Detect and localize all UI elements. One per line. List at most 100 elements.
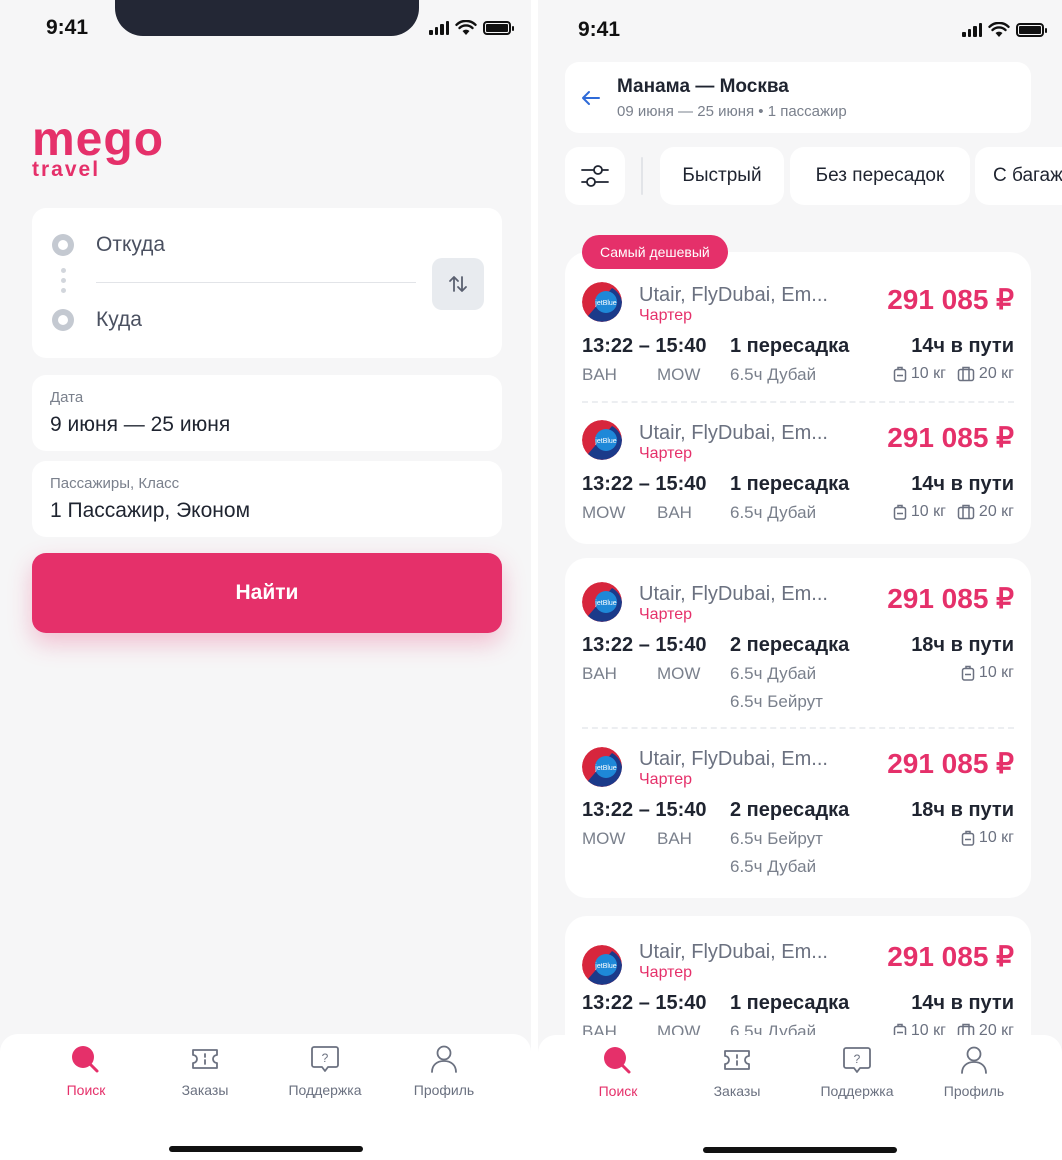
segment-separator	[582, 401, 1014, 403]
layover: 6.5ч Дубай	[730, 365, 817, 384]
svg-text:?: ?	[854, 1052, 861, 1066]
stops-count: 2 пересадка	[730, 634, 850, 656]
find-button[interactable]: Найти	[32, 553, 502, 633]
tab-search[interactable]: Поиск	[31, 1044, 141, 1098]
tab-orders[interactable]: Заказы	[150, 1044, 260, 1098]
tab-bar: Поиск Заказы ? Поддержка Профиль	[0, 1034, 531, 1160]
tab-orders[interactable]: Заказы	[682, 1045, 792, 1099]
filter-settings-button[interactable]	[565, 147, 625, 205]
tab-support[interactable]: ? Поддержка	[802, 1045, 912, 1099]
passengers-caption: Пассажиры, Класс	[50, 475, 180, 492]
date-field[interactable]: Дата 9 июня — 25 июня	[32, 375, 502, 451]
route-title: Манама — Москва	[617, 76, 789, 97]
tab-label: Поиск	[66, 1082, 106, 1098]
luggage-icon	[893, 366, 907, 382]
airline-names: Utair, FlyDubai, Em...	[639, 583, 828, 605]
tab-search[interactable]: Поиск	[563, 1045, 673, 1099]
tab-label: Профиль	[943, 1083, 1005, 1099]
logo-primary: mego	[32, 113, 165, 166]
screen-divider	[531, 0, 538, 1160]
status-icons	[962, 22, 1047, 38]
flight-times: 13:22 – 15:40	[582, 992, 707, 1014]
tab-label: Поиск	[598, 1083, 638, 1099]
wifi-icon	[988, 22, 1010, 37]
airline-names: Utair, FlyDubai, Em...	[639, 422, 828, 444]
origin-code: BAH	[582, 664, 617, 683]
svg-text:jetBlue: jetBlue	[594, 438, 617, 445]
baggage-weight: 10 кг	[978, 829, 1014, 846]
flight-duration: 14ч в пути	[911, 335, 1014, 357]
swap-arrows-icon	[449, 276, 467, 292]
swap-button[interactable]	[432, 258, 484, 310]
result-card[interactable]: jetBlue Utair, FlyDubai, Em... Чартер 29…	[565, 558, 1031, 898]
tab-profile[interactable]: Профиль	[919, 1045, 1029, 1099]
carryon-weight: 20 кг	[978, 503, 1014, 520]
baggage-weight: 10 кг	[910, 503, 946, 520]
search-summary-header[interactable]: Манама — Москва 09 июня — 25 июня • 1 па…	[565, 62, 1031, 133]
to-field[interactable]: Куда	[96, 308, 142, 332]
svg-text:jetBlue: jetBlue	[594, 600, 617, 607]
flight-duration: 18ч в пути	[911, 799, 1014, 821]
filter-baggage[interactable]: С багаж	[975, 147, 1062, 205]
segment-separator	[582, 727, 1014, 729]
from-field[interactable]: Откуда	[96, 233, 165, 257]
tab-label: Поддержка	[820, 1083, 894, 1099]
origin-dot-icon	[52, 234, 74, 256]
battery-icon	[483, 21, 514, 35]
destination-code: MOW	[657, 664, 701, 683]
tab-bar: Поиск Заказы ? Поддержка Профиль	[538, 1035, 1062, 1160]
filter-bar: Быстрый Без пересадок С багаж	[565, 147, 1062, 205]
layover: 6.5ч Бейрут	[730, 829, 823, 848]
cheapest-badge: Самый дешевый	[582, 235, 728, 269]
svg-text:jetBlue: jetBlue	[594, 300, 617, 307]
carryon-weight: 20 кг	[978, 365, 1014, 382]
luggage-icon	[893, 504, 907, 520]
date-value: 9 июня — 25 июня	[50, 413, 231, 436]
price: 291 085 ₽	[887, 583, 1014, 614]
carryon-icon	[957, 504, 975, 520]
support-icon: ?	[311, 1046, 339, 1072]
back-button[interactable]	[579, 86, 603, 115]
filter-fastest[interactable]: Быстрый	[660, 147, 784, 205]
jetblue-logo-icon: jetBlue	[582, 945, 622, 985]
price: 291 085 ₽	[887, 422, 1014, 453]
charter-label: Чартер	[639, 771, 693, 788]
svg-text:jetBlue: jetBlue	[594, 963, 617, 970]
jetblue-logo-icon: jetBlue	[582, 582, 622, 622]
flight-times: 13:22 – 15:40	[582, 634, 707, 656]
flight-times: 13:22 – 15:40	[582, 473, 707, 495]
battery-icon	[1016, 23, 1047, 37]
route-card: Откуда Куда	[32, 208, 502, 358]
airline-names: Utair, FlyDubai, Em...	[639, 748, 828, 770]
baggage-info: 10 кг 20 кг	[887, 365, 1014, 383]
layover: 6.5ч Дубай	[730, 857, 817, 876]
tab-support[interactable]: ? Поддержка	[270, 1044, 380, 1098]
route-dots	[61, 268, 67, 298]
destination-dot-icon	[52, 309, 74, 331]
origin-code: MOW	[582, 503, 626, 522]
passengers-field[interactable]: Пассажиры, Класс 1 Пассажир, Эконом	[32, 461, 502, 537]
airline-names: Utair, FlyDubai, Em...	[639, 284, 828, 306]
sliders-icon	[581, 165, 609, 187]
status-bar: 9:41	[0, 0, 531, 56]
search-screen: 9:41 mego travel Откуда Куда Дата 9 июня…	[0, 0, 531, 1160]
jetblue-logo-icon: jetBlue	[582, 747, 622, 787]
flight-times: 13:22 – 15:40	[582, 335, 707, 357]
luggage-icon	[961, 665, 975, 681]
tab-profile[interactable]: Профиль	[389, 1044, 499, 1098]
support-icon: ?	[843, 1047, 871, 1073]
price: 291 085 ₽	[887, 284, 1014, 315]
flight-duration: 18ч в пути	[911, 634, 1014, 656]
baggage-info: 10 кг	[955, 664, 1014, 682]
jetblue-logo-icon: jetBlue	[582, 282, 622, 322]
profile-icon	[431, 1045, 457, 1073]
filter-nonstop[interactable]: Без пересадок	[790, 147, 970, 205]
result-card[interactable]: jetBlue Utair, FlyDubai, Em... Чартер 29…	[565, 252, 1031, 544]
stops-count: 1 пересадка	[730, 473, 850, 495]
flight-duration: 14ч в пути	[911, 992, 1014, 1014]
passengers-value: 1 Пассажир, Эконом	[50, 499, 251, 522]
svg-text:?: ?	[322, 1051, 329, 1065]
home-indicator	[703, 1147, 897, 1153]
route-subtitle: 09 июня — 25 июня • 1 пассажир	[617, 103, 847, 120]
baggage-info: 10 кг 20 кг	[887, 503, 1014, 521]
